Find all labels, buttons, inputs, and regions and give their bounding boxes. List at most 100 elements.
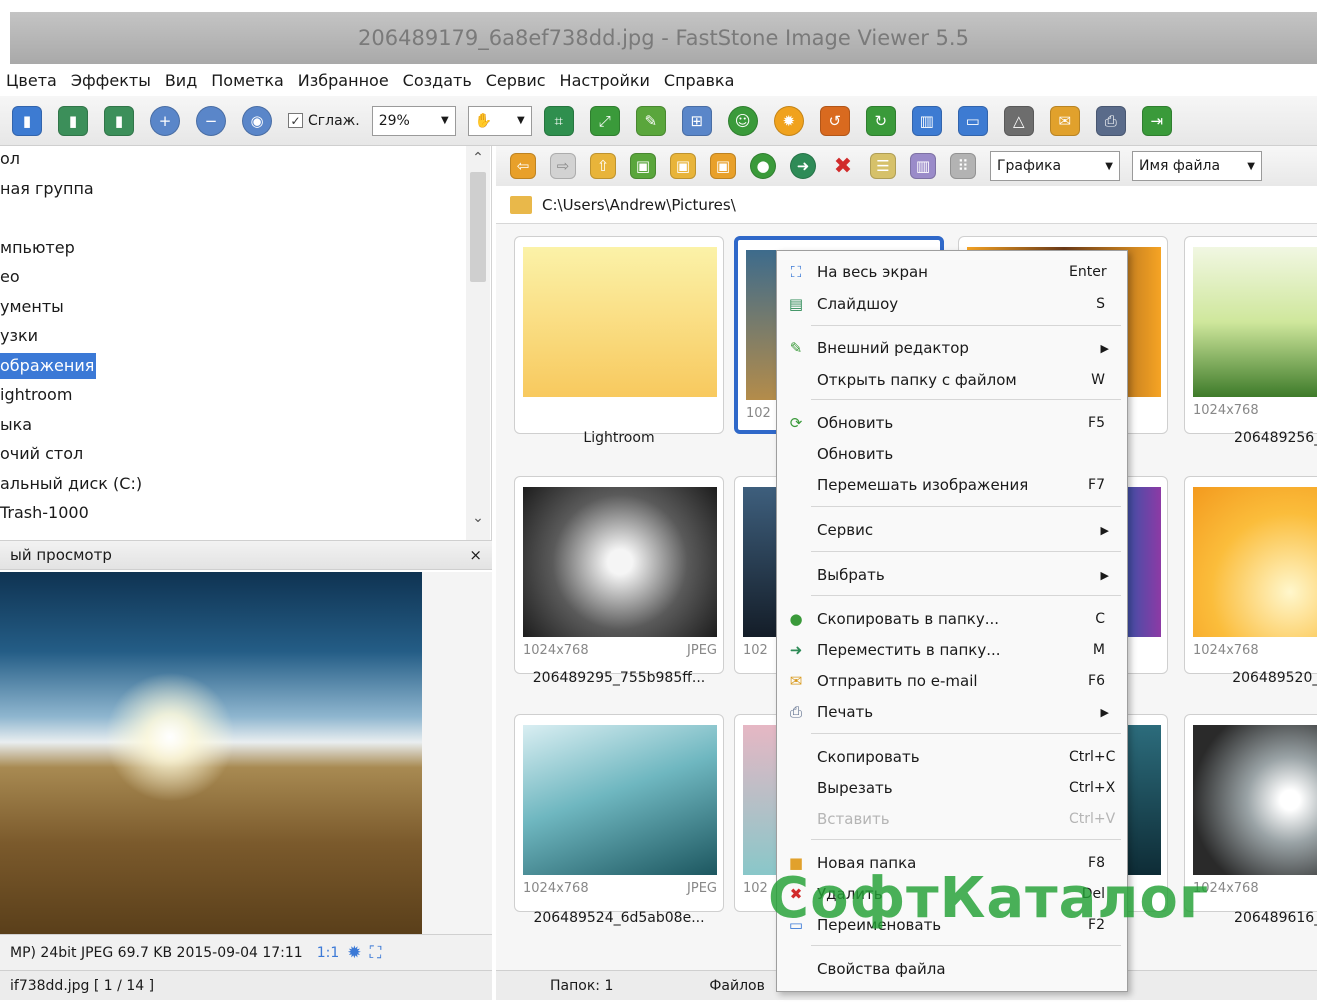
preview-info-bar: MP) 24bit JPEG 69.7 KB 2015-09-04 17:11 … [0,934,492,970]
context-menu-item[interactable]: ⎙ Печать ▶ [777,697,1127,727]
menu-item[interactable]: Избранное [298,71,389,90]
slideshow-icon[interactable]: ▭ [957,105,988,136]
context-menu-item[interactable]: ✉ Отправить по e-mail F6 [777,666,1127,696]
context-menu-item[interactable]: ● Скопировать в папку... C [777,604,1127,634]
fullscreen-icon[interactable]: ⛶ [369,943,381,963]
browser-toolbar: ⇦ ⇨ ⇧ ▣ ▣ ▣ ● ➜ ✖ ☰ ▥ ⠿ Графика ▼ Имя фа… [496,146,1317,186]
rotate-right-icon[interactable]: ↻ [865,105,896,136]
compare-icon[interactable]: ⊞ [681,105,712,136]
smooth-checkbox[interactable]: ✓ Сглаж. [288,113,360,129]
view-details-icon[interactable]: ☰ [870,153,896,179]
tree-item[interactable]: очий стол [0,441,83,467]
thumbnail-name[interactable]: Lightroom [514,430,724,446]
tree-item[interactable]: ео [0,264,20,290]
scrollbar-thumb[interactable] [470,172,486,282]
delete-icon[interactable]: ✖ [830,153,856,179]
tree-item[interactable]: мпьютер [0,235,75,261]
thumbnail-card[interactable]: 1024x768 [1184,476,1317,674]
thumbnail-name[interactable]: 206489295_755b985ff... [514,670,724,686]
thumbnail-name[interactable]: 206489520_e74 [1184,670,1317,686]
tree-item[interactable]: ная группа [0,176,94,202]
context-menu-item[interactable]: ➜ Переместить в папку... M [777,635,1127,665]
context-menu-item[interactable]: Сервис ▶ [777,515,1127,545]
context-menu-item[interactable]: Обновить [777,439,1127,469]
menu-item[interactable]: Цвета [6,71,57,90]
draw-icon[interactable]: △ [1003,105,1034,136]
thumbnail-name[interactable]: 206489524_6d5ab08e... [514,910,724,926]
context-menu-item[interactable]: Открыть папку с файлом W [777,365,1127,395]
copy-to-icon[interactable]: ● [750,153,776,179]
context-menu-item[interactable]: Перемешать изображения F7 [777,470,1127,500]
hand-tool-select[interactable]: ✋ ▼ [467,105,532,136]
thumbnail-card[interactable]: 1024x768 JPEG [514,476,724,674]
save-icon[interactable]: ▮ [12,105,42,136]
zoom-out-icon[interactable]: − [196,105,226,136]
thumbnail-card[interactable]: 1024x768 [1184,236,1317,434]
back-icon[interactable]: ⇦ [510,153,536,179]
scroll-up-icon[interactable]: ⌃ [466,150,490,166]
thumbnail-image [523,725,717,875]
actual-size-icon[interactable]: ◉ [242,105,272,136]
save-as-icon[interactable]: ▮ [104,105,134,136]
exit-icon[interactable]: ⇥ [1141,105,1172,136]
tree-item[interactable]: ображения [0,353,97,379]
folder-up-icon[interactable]: ⇧ [590,153,616,179]
context-menu-item[interactable]: ▤ Слайдшоу S [777,289,1127,319]
context-menu-item[interactable]: Свойства файла [777,954,1127,984]
new-folder-icon[interactable]: ▣ [670,153,696,179]
thumbnail-name[interactable]: 206489256_4fd [1184,430,1317,446]
context-menu-item[interactable]: Вырезать Ctrl+X [777,773,1127,803]
person-icon[interactable]: ☺ [727,105,758,136]
file-filter-select[interactable]: Графика ▼ [990,151,1120,181]
context-menu-item[interactable]: Выбрать ▶ [777,560,1127,590]
email-icon[interactable]: ✉ [1049,105,1080,136]
menu-item[interactable]: Эффекты [71,71,151,90]
crop-icon[interactable]: ⌗ [543,105,574,136]
context-menu-item[interactable]: ⟳ Обновить F5 [777,408,1127,438]
print-icon[interactable]: ⎙ [1095,105,1126,136]
settings-icon[interactable]: ✹ [773,105,804,136]
close-icon[interactable]: × [469,546,482,564]
resize-icon[interactable]: ⤢ [589,105,620,136]
tree-item[interactable]: ightroom [0,382,72,408]
menu-item[interactable]: Пометка [211,71,284,90]
sort-select[interactable]: Имя файла ▼ [1132,151,1262,181]
rotate-left-icon[interactable]: ↺ [819,105,850,136]
move-to-folder-icon: ➜ [789,641,803,659]
folder-icon[interactable]: ▣ [710,153,736,179]
context-menu-item[interactable]: Скопировать Ctrl+C [777,742,1127,772]
edit-icon[interactable]: ✎ [635,105,666,136]
tree-item[interactable]: альный диск (C:) [0,471,142,497]
menu-separator [811,839,1121,840]
move-to-icon[interactable]: ➜ [790,153,816,179]
forward-icon[interactable]: ⇨ [550,153,576,179]
columns-icon[interactable]: ▥ [911,105,942,136]
menu-item[interactable]: Настройки [560,71,650,90]
tree-item[interactable]: ыка [0,412,32,438]
copy-icon[interactable]: ▮ [58,105,88,136]
menu-item[interactable]: Создать [403,71,472,90]
settings-icon[interactable]: ✹ [347,943,361,963]
tree-item[interactable]: Trash-1000 [0,500,89,526]
folder-tree-scrollbar[interactable]: ⌃ ⌄ [466,146,490,540]
menu-item[interactable]: Справка [664,71,735,90]
context-menu-label: Внешний редактор [817,339,969,357]
menu-item[interactable]: Вид [165,71,197,90]
view-thumbnails-icon[interactable]: ⠿ [950,153,976,179]
zoom-select[interactable]: 29% ▼ [371,105,456,136]
context-menu-item[interactable]: Вставить Ctrl+V [777,804,1127,834]
folder-favorite-icon[interactable]: ▣ [630,153,656,179]
scroll-down-icon[interactable]: ⌄ [466,510,490,526]
context-menu-item[interactable]: ✎ Внешний редактор ▶ [777,333,1127,363]
zoom-in-icon[interactable]: + [150,105,180,136]
tree-item[interactable]: узки [0,323,38,349]
thumbnail-card[interactable]: 1024x768 JPEG [514,714,724,912]
tree-item[interactable]: ументы [0,294,64,320]
view-list-icon[interactable]: ▥ [910,153,936,179]
ratio-label[interactable]: 1:1 [317,945,340,961]
tree-item[interactable]: ол [0,146,20,172]
path-bar[interactable]: C:\Users\Andrew\Pictures\ [496,186,1317,224]
menu-item[interactable]: Сервис [486,71,546,90]
context-menu-item[interactable]: ⛶ На весь экран Enter [777,257,1127,287]
thumbnail-card[interactable] [514,236,724,434]
